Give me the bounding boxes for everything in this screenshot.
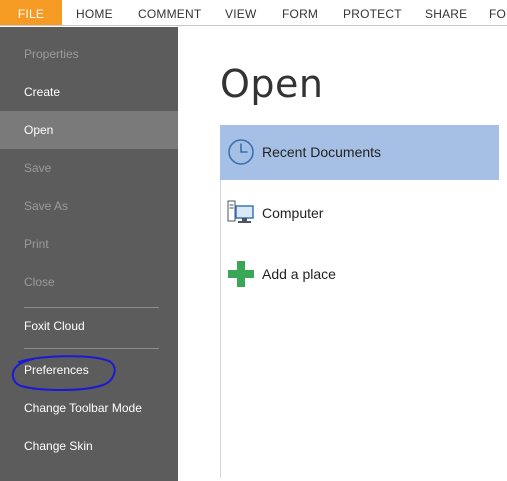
menu-item-print: Print — [24, 237, 49, 251]
tab-protect[interactable]: PROTECT — [343, 0, 402, 25]
clock-icon — [227, 138, 255, 166]
computer-icon — [227, 199, 255, 227]
page-title: Open — [220, 62, 324, 106]
menu-item-change-toolbar-mode[interactable]: Change Toolbar Mode — [0, 389, 178, 427]
place-add-a-place[interactable]: Add a place — [220, 247, 499, 302]
tab-view[interactable]: VIEW — [225, 0, 256, 25]
tab-share[interactable]: SHARE — [425, 0, 467, 25]
menu-item-close: Close — [24, 275, 55, 289]
place-label: Computer — [262, 205, 324, 221]
ribbon-tab-bar: FILE HOME COMMENT VIEW FORM PROTECT SHAR… — [0, 0, 507, 26]
place-label: Recent Documents — [262, 144, 382, 160]
menu-item-save: Save — [24, 161, 52, 175]
tab-form[interactable]: FORM — [282, 0, 318, 25]
file-menu-sidebar: Properties Create Open Save Save As Prin… — [0, 27, 178, 481]
place-label: Add a place — [262, 266, 336, 282]
tab-file[interactable]: FILE — [0, 0, 62, 25]
menu-item-foxit-cloud[interactable]: Foxit Cloud — [0, 307, 178, 345]
menu-item-properties: Properties — [24, 47, 79, 61]
menu-item-open[interactable]: Open — [0, 111, 178, 149]
tab-truncated[interactable]: FO — [489, 0, 506, 25]
plus-icon — [227, 260, 255, 288]
place-computer[interactable]: Computer — [220, 186, 499, 241]
tab-comment[interactable]: COMMENT — [138, 0, 201, 25]
tab-home[interactable]: HOME — [76, 0, 113, 25]
menu-item-save-as: Save As — [24, 199, 69, 213]
place-recent-documents[interactable]: Recent Documents — [220, 125, 499, 180]
menu-item-change-skin[interactable]: Change Skin — [0, 427, 178, 465]
menu-item-create[interactable]: Create — [0, 73, 178, 111]
menu-divider — [24, 348, 159, 349]
menu-item-preferences[interactable]: Preferences — [0, 351, 178, 389]
